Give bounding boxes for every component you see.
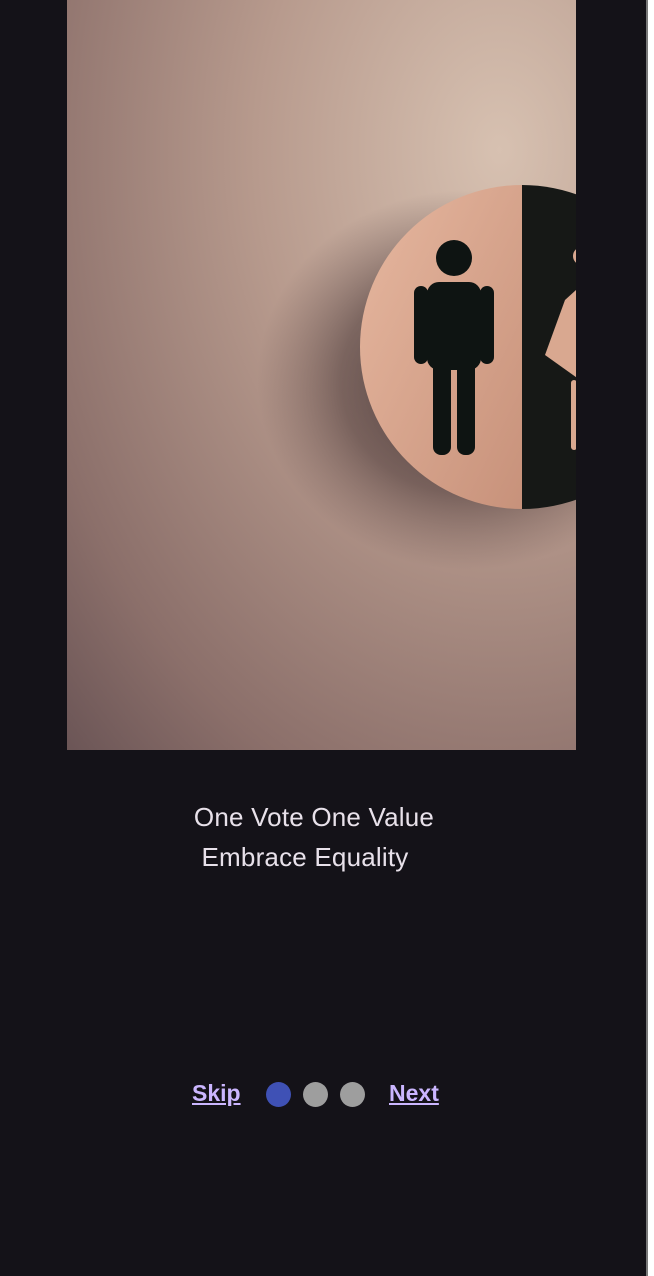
skip-button[interactable]: Skip [192, 1080, 241, 1107]
next-button[interactable]: Next [389, 1080, 439, 1107]
hero-image [67, 0, 576, 750]
page-indicator-1[interactable] [266, 1082, 291, 1107]
page-indicator-3[interactable] [340, 1082, 365, 1107]
caption-line-1: One Vote One Value [193, 802, 435, 832]
window-edge [646, 0, 654, 1276]
restroom-sign-illustration [257, 185, 576, 570]
pager-controls: Skip Next [0, 1076, 646, 1116]
page-indicator-2[interactable] [303, 1082, 328, 1107]
onboarding-screen: One Vote One Value Embrace Equality Skip… [0, 0, 646, 1276]
caption-line-2: Embrace Equality [201, 842, 409, 872]
